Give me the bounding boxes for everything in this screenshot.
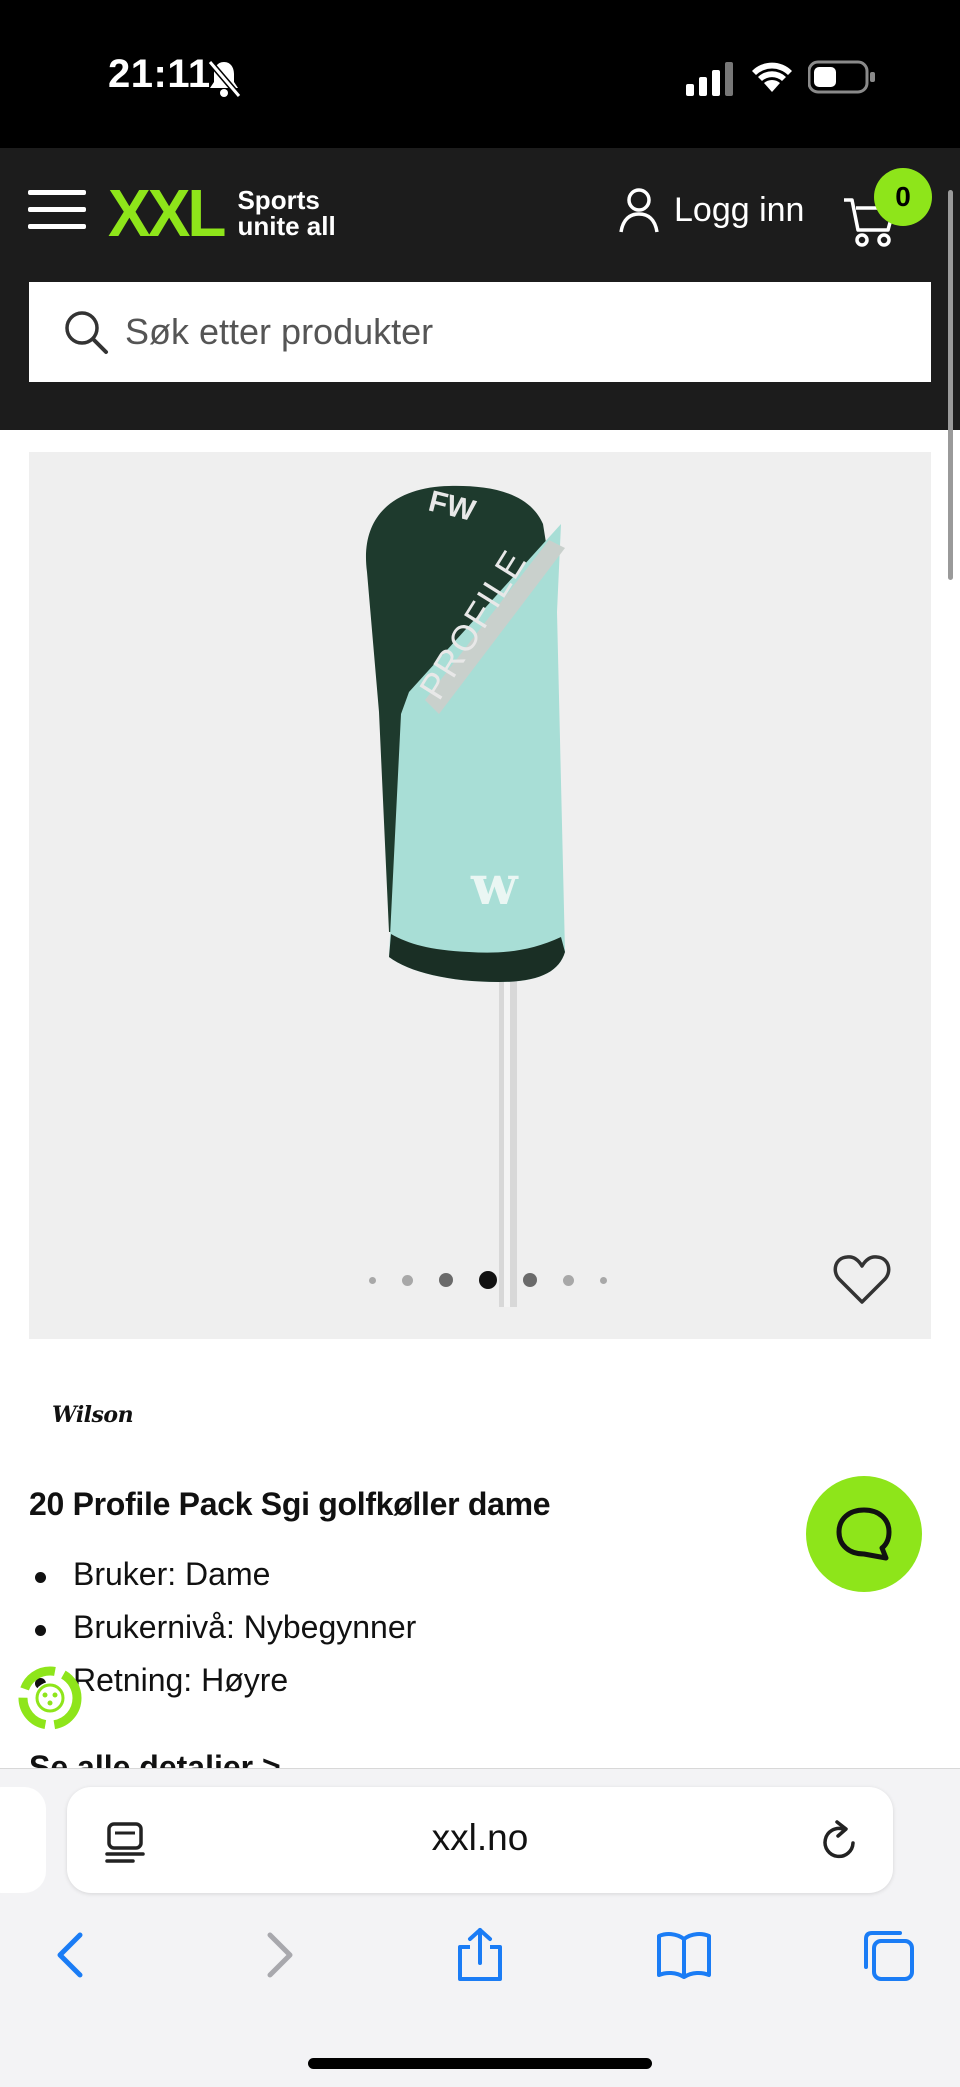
- see-all-details-link[interactable]: Se alle detaljer >: [29, 1748, 281, 1770]
- wifi-icon: [752, 62, 792, 92]
- status-time: 21:11: [108, 52, 211, 96]
- hamburger-menu-icon[interactable]: [28, 188, 86, 232]
- list-item: Retning: Høyre: [29, 1662, 416, 1715]
- brand-logo[interactable]: Wilson: [52, 1402, 134, 1428]
- logo-tagline-line-2: unite all: [237, 211, 336, 241]
- chat-bubble-icon: [836, 1507, 892, 1561]
- recycle-icon[interactable]: [14, 1662, 86, 1734]
- url-text: xxl.no: [431, 1817, 529, 1858]
- heart-icon[interactable]: [833, 1254, 891, 1306]
- chat-button[interactable]: [806, 1476, 922, 1592]
- home-indicator[interactable]: [308, 2058, 652, 2069]
- gallery-dot[interactable]: [369, 1276, 376, 1284]
- search-bar[interactable]: [29, 282, 931, 382]
- product-photo-headcover: FW PROFILE w: [365, 485, 565, 1307]
- chevron-right-icon[interactable]: [250, 1927, 306, 1983]
- product-image-gallery[interactable]: FW PROFILE w: [29, 452, 931, 1339]
- svg-text:w: w: [470, 853, 519, 917]
- gallery-dot[interactable]: [402, 1274, 413, 1286]
- reload-icon[interactable]: [819, 1819, 861, 1863]
- page-scrollbar[interactable]: [948, 190, 953, 580]
- previous-tab-preview[interactable]: [0, 1787, 46, 1893]
- cart-button[interactable]: 0: [842, 168, 932, 254]
- login-label: Logg inn: [674, 190, 805, 229]
- user-icon: [619, 188, 659, 233]
- product-spec-list: Bruker: Dame Brukernivå: Nybegynner Retn…: [29, 1556, 416, 1715]
- search-input[interactable]: [125, 311, 905, 353]
- share-icon[interactable]: [452, 1927, 508, 1983]
- xxl-logo[interactable]: XXL Sports unite all: [108, 175, 336, 251]
- gallery-dot[interactable]: [439, 1273, 453, 1287]
- site-header: XXL Sports unite all Logg inn 0: [0, 148, 960, 430]
- address-bar[interactable]: xxl.no: [67, 1787, 893, 1893]
- bookmarks-icon[interactable]: [656, 1927, 712, 1983]
- gallery-dot[interactable]: [600, 1276, 607, 1284]
- bell-muted-icon: [207, 60, 242, 98]
- gallery-dot[interactable]: [563, 1274, 574, 1286]
- gallery-dot[interactable]: [479, 1271, 497, 1289]
- chevron-left-icon[interactable]: [44, 1927, 100, 1983]
- cellular-signal-icon: [686, 62, 733, 96]
- status-bar: 21:11: [0, 0, 960, 148]
- logo-wordmark: XXL: [108, 175, 226, 251]
- list-item: Brukernivå: Nybegynner: [29, 1609, 416, 1662]
- gallery-dot[interactable]: [523, 1273, 537, 1287]
- login-button[interactable]: Logg inn: [618, 186, 804, 234]
- list-item: Bruker: Dame: [29, 1556, 416, 1609]
- logo-tagline: Sports unite all: [237, 187, 335, 239]
- search-icon: [65, 311, 108, 354]
- cart-count-badge: 0: [874, 168, 932, 226]
- product-title: 20 Profile Pack Sgi golfkøller dame: [29, 1486, 551, 1522]
- browser-toolbar: xxl.no: [0, 1768, 960, 2087]
- tabs-icon[interactable]: [860, 1927, 916, 1983]
- page: 21:11 XXL Sports unite all Logg inn 0 Sø…: [0, 0, 960, 2087]
- battery-icon: [808, 60, 875, 94]
- gallery-pagination: [369, 1270, 633, 1290]
